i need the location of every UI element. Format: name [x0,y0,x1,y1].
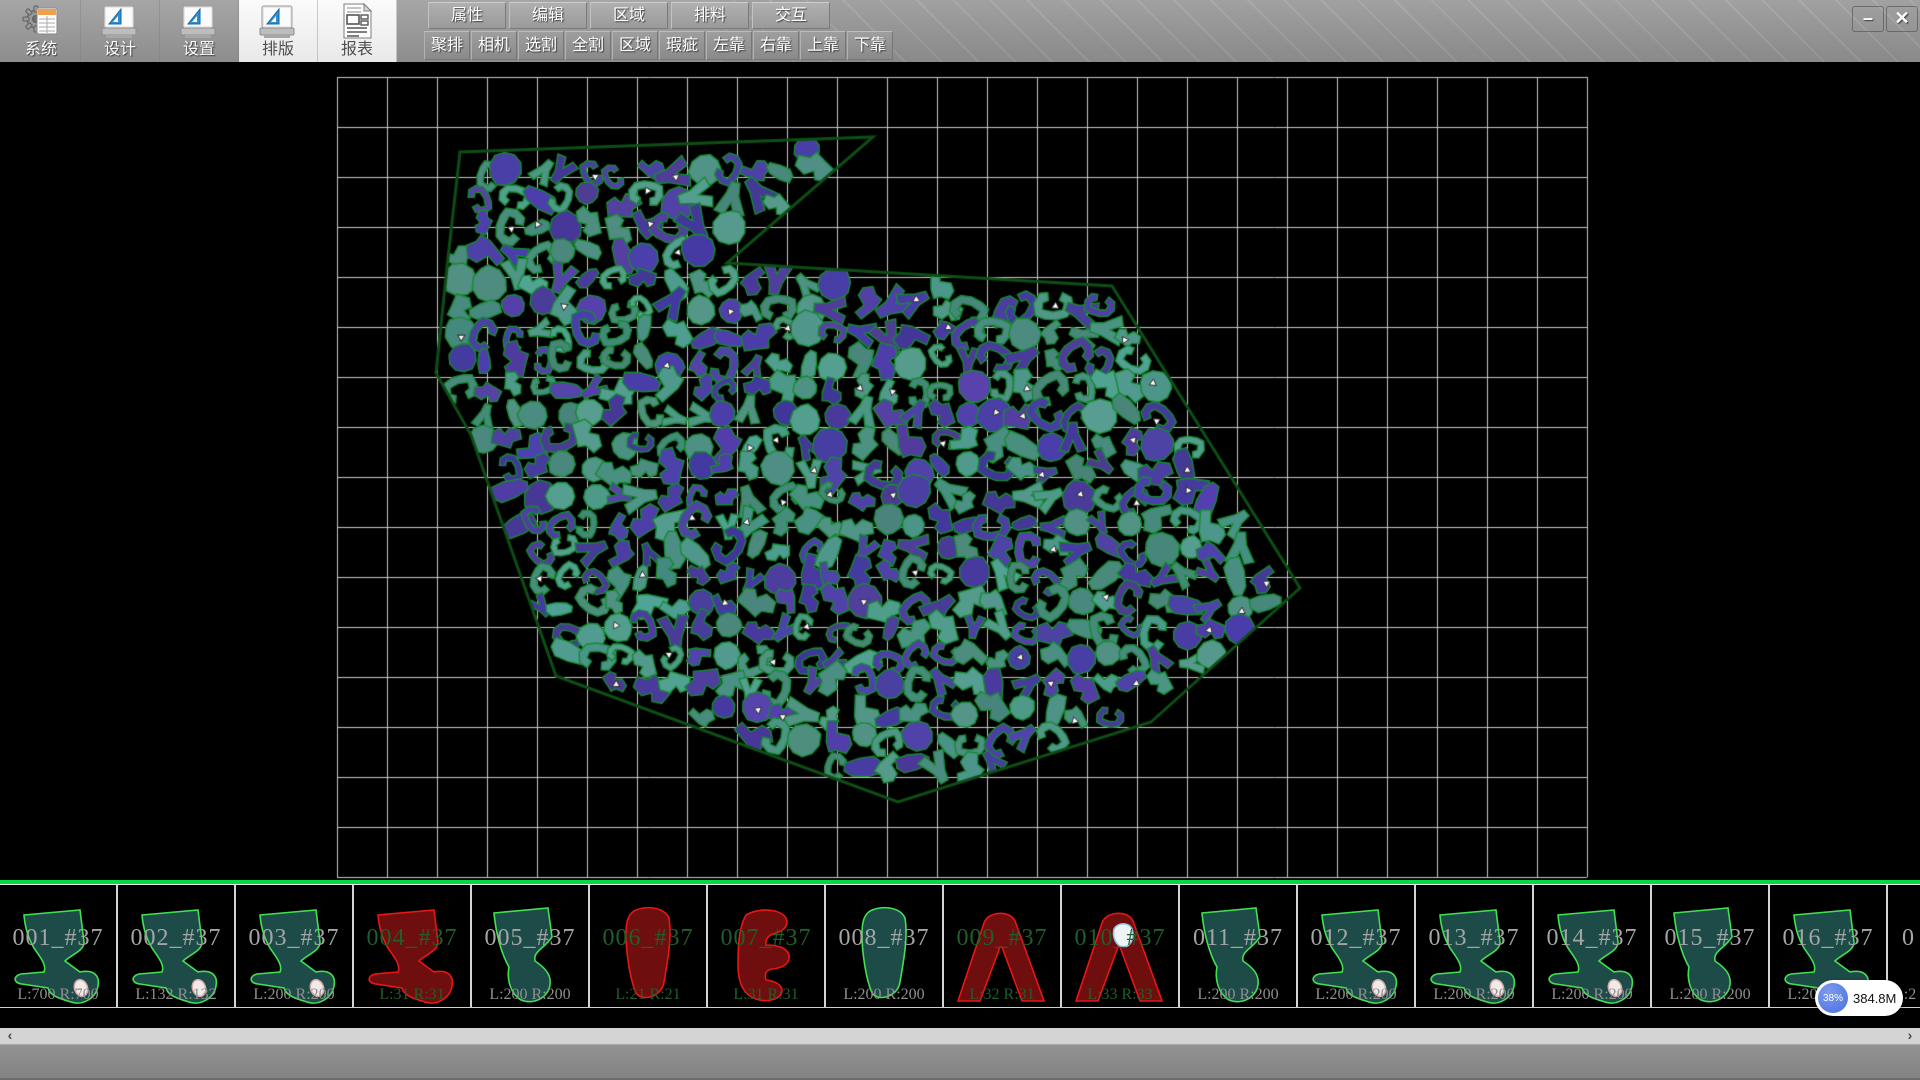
piece-label: 003_#37 [236,925,352,952]
piece-label: 002_#37 [118,925,234,952]
piece-size-label: L:200 R:200 [1652,986,1768,1004]
scroll-right-icon[interactable]: › [1902,1028,1918,1044]
piece-thumbnail-15[interactable]: 015_#37 L:200 R:200 [1652,885,1770,1007]
piece-label: 015_#37 [1652,925,1768,952]
module-button-4[interactable]: 排版 [239,0,318,62]
nesting-canvas[interactable] [0,62,1920,880]
piece-label: 001_#37 [0,925,116,952]
tool-button-1[interactable]: 聚排 [424,31,470,60]
piece-thumbnail-8[interactable]: 008_#37 L:200 R:200 [826,885,944,1007]
piece-thumbnail-10[interactable]: 010_#37 L:33 R:33 [1062,885,1180,1007]
piece-thumbnail-list: 001_#37 L:700 R:700 002_#37 L:132 R:132 … [0,884,1920,1008]
main-toolbar: 系统 设计 设置 排版 [0,0,1920,62]
piece-size-label: L:21 R:21 [590,986,706,1004]
piece-size-label: L:200 R:200 [1416,986,1532,1004]
minimize-button[interactable]: – [1852,6,1884,32]
piece-size-label: L:200 R:200 [236,986,352,1004]
piece-thumbnail-4[interactable]: 004_#37 L:31 R:31 [354,885,472,1007]
tool-button-9[interactable]: 上靠 [800,31,846,60]
close-button[interactable]: ✕ [1886,6,1918,32]
system-gear-icon [21,2,61,40]
nesting-application-window: 系统 设计 设置 排版 [0,0,1920,1080]
piece-thumbnail-9[interactable]: 009_#37 L:32 R:31 [944,885,1062,1007]
piece-label: 010_#37 [1062,925,1178,952]
tool-button-4[interactable]: 全割 [565,31,611,60]
piece-size-label: L:132 R:132 [118,986,234,1004]
piece-label: 013_#37 [1416,925,1532,952]
piece-size-label: L:31 R:31 [708,986,824,1004]
module-button-5[interactable]: 报表 [318,0,397,62]
piece-thumbnail-3[interactable]: 003_#37 L:200 R:200 [236,885,354,1007]
module-label: 排版 [262,40,294,60]
piece-size-label: L:31 R:31 [354,986,470,1004]
piece-size-label: L:33 R:33 [1062,986,1178,1004]
module-button-1[interactable]: 系统 [2,0,81,62]
piece-label: 011_#37 [1180,925,1296,952]
tool-button-5[interactable]: 区域 [612,31,658,60]
piece-thumbnail-5[interactable]: 005_#37 L:200 R:200 [472,885,590,1007]
piece-size-label: L:200 R:200 [1534,986,1650,1004]
piece-thumbnail-7[interactable]: 007_#37 L:31 R:31 [708,885,826,1007]
tool-button-2[interactable]: 相机 [471,31,517,60]
piece-label: 004_#37 [354,925,470,952]
piece-label: 005_#37 [472,925,588,952]
toolbar-texture [720,0,1920,62]
piece-thumbnail-2[interactable]: 002_#37 L:132 R:132 [118,885,236,1007]
tool-button-8[interactable]: 右靠 [753,31,799,60]
scroll-left-icon[interactable]: ‹ [2,1028,18,1044]
status-bar [0,1044,1920,1080]
module-label: 设置 [183,40,215,60]
module-button-3[interactable]: 设置 [160,0,239,62]
piece-label: 009_#37 [944,925,1060,952]
piece-size-label: L:200 R:200 [1298,986,1414,1004]
piece-label: 016_#37 [1770,925,1886,952]
nesting-ruler-icon [258,2,298,40]
memory-percent-circle: 38% [1818,983,1848,1013]
piece-thumbnail-13[interactable]: 013_#37 L:200 R:200 [1416,885,1534,1007]
module-label: 设计 [104,40,136,60]
piece-size-label: L:700 R:700 [0,986,116,1004]
menu-tab-5[interactable]: 交互 [752,2,830,29]
menu-tab-1[interactable]: 属性 [428,2,506,29]
piece-size-label: L:200 R:200 [826,986,942,1004]
piece-thumbnail-12[interactable]: 012_#37 L:200 R:200 [1298,885,1416,1007]
piece-label: 008_#37 [826,925,942,952]
memory-size-value: 384.8M [1853,991,1896,1006]
menu-tab-4[interactable]: 排料 [671,2,749,29]
module-label: 系统 [25,40,57,60]
memory-usage-badge[interactable]: 38% 384.8M [1815,980,1903,1016]
tool-button-10[interactable]: 下靠 [847,31,893,60]
piece-size-label: L:200 R:200 [472,986,588,1004]
module-button-2[interactable]: 设计 [81,0,160,62]
tool-button-7[interactable]: 左靠 [706,31,752,60]
piece-label: 014_#37 [1534,925,1650,952]
piece-thumbnail-11[interactable]: 011_#37 L:200 R:200 [1180,885,1298,1007]
piece-label: 0 [1888,925,1920,952]
piece-thumbnail-14[interactable]: 014_#37 L:200 R:200 [1534,885,1652,1007]
design-ruler-icon [100,2,140,40]
piece-thumbnail-6[interactable]: 006_#37 L:21 R:21 [590,885,708,1007]
module-label: 报表 [341,40,373,60]
settings-ruler-icon [179,2,219,40]
menu-tab-2[interactable]: 编辑 [509,2,587,29]
piece-label: 007_#37 [708,925,824,952]
horizontal-scrollbar[interactable]: ‹ › [0,1028,1920,1044]
piece-thumbnail-strip: 001_#37 L:700 R:700 002_#37 L:132 R:132 … [0,880,1920,1012]
piece-label: 012_#37 [1298,925,1414,952]
piece-thumbnail-1[interactable]: 001_#37 L:700 R:700 [0,885,118,1007]
tool-button-3[interactable]: 选割 [518,31,564,60]
report-doc-icon [337,2,377,40]
tool-button-6[interactable]: 瑕疵 [659,31,705,60]
piece-label: 006_#37 [590,925,706,952]
menu-tab-3[interactable]: 区域 [590,2,668,29]
piece-size-label: L:32 R:31 [944,986,1060,1004]
piece-size-label: L:200 R:200 [1180,986,1296,1004]
